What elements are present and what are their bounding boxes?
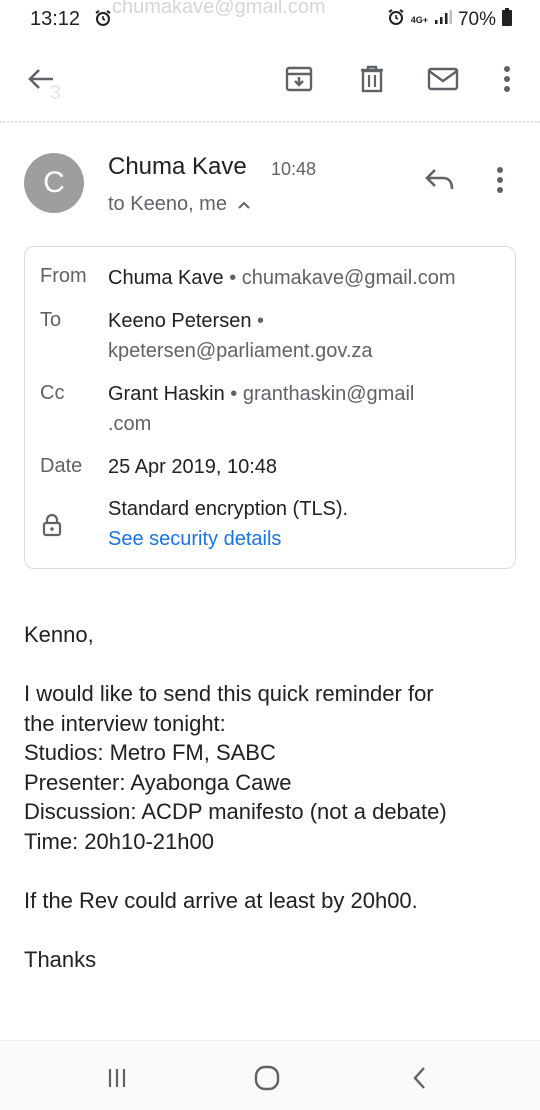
body-line: the interview tonight: — [24, 710, 226, 736]
body-line: Discussion: ACDP manifesto (not a debate… — [24, 799, 447, 824]
toolbar — [0, 40, 540, 116]
to-label: To — [40, 309, 62, 331]
encryption-info: Standard encryption (TLS). See security … — [108, 494, 348, 554]
network-type: 4G+ — [410, 14, 428, 25]
body-line — [24, 650, 524, 680]
chevron-left-icon — [413, 1067, 425, 1089]
body-line — [24, 856, 524, 886]
encryption-text: Standard encryption (TLS). — [108, 498, 349, 520]
message-more-button[interactable] — [496, 167, 504, 198]
separator: • — [257, 310, 265, 332]
ghost-email-text: chumakave@gmail.com — [112, 0, 326, 18]
recent-apps-button[interactable] — [100, 1061, 134, 1095]
from-email: chumakave@gmail.com — [241, 267, 456, 289]
body-line: Studios: Metro FM, SABC — [24, 740, 276, 765]
from-name: Chuma Kave — [108, 267, 224, 289]
from-value: Chuma Kave • chumakave@gmail.com — [108, 263, 455, 293]
to-email: kpetersen@parliament.gov.za — [108, 340, 373, 362]
security-details-link[interactable]: See security details — [108, 528, 281, 550]
date-value: 25 Apr 2019, 10:48 — [108, 456, 278, 478]
separator: • — [229, 267, 237, 289]
status-bar: chumakave@gmail.com 13:12 4G+ 70% — [0, 0, 540, 38]
lock-icon — [42, 513, 62, 542]
chevron-up-icon — [238, 201, 250, 209]
body-line: Presenter: Ayabonga Cawe — [24, 769, 292, 795]
home-button[interactable] — [250, 1061, 284, 1095]
more-vert-icon — [504, 66, 510, 92]
system-nav-bar — [0, 1040, 540, 1110]
cc-email: granthaskin@gmail — [242, 383, 415, 405]
avatar[interactable]: C — [24, 153, 84, 213]
body-line: I would like to send this quick reminder… — [24, 681, 434, 706]
body-line: Kenno, — [24, 622, 94, 647]
body-line — [24, 915, 524, 945]
divider — [0, 121, 540, 123]
to-name: Keeno Petersen — [108, 310, 252, 332]
from-label: From — [40, 265, 87, 287]
signal-icon — [434, 9, 452, 31]
delete-button[interactable] — [355, 62, 389, 96]
battery-icon — [502, 8, 512, 32]
sender-name: Chuma Kave — [108, 153, 247, 180]
recipients-toggle[interactable]: to Keeno, me — [108, 193, 251, 216]
message-time: 10:48 — [271, 159, 317, 179]
home-icon — [254, 1065, 280, 1091]
archive-button[interactable] — [282, 62, 316, 96]
message-details-card: From Chuma Kave • chumakave@gmail.com To… — [24, 246, 516, 569]
separator: • — [230, 383, 238, 405]
cc-email-continued: .com — [108, 413, 152, 435]
alarm-icon-right — [387, 8, 405, 32]
cc-value: Grant Haskin • granthaskin@gmail .com — [108, 379, 414, 439]
back-nav-button[interactable] — [402, 1061, 436, 1095]
more-vert-icon — [497, 167, 503, 193]
recent-apps-icon — [108, 1069, 126, 1087]
cc-label: Cc — [40, 382, 65, 404]
body-line: If the Rev could arrive at least by 20h0… — [24, 887, 418, 913]
reply-button[interactable] — [424, 167, 456, 196]
ghost-count: 3 — [50, 82, 62, 104]
body-line: Thanks — [24, 946, 97, 972]
status-time: 13:12 — [30, 8, 81, 30]
recipients-text: to Keeno, me — [108, 193, 227, 215]
mail-icon — [427, 67, 459, 91]
message-body: Kenno, I would like to send this quick r… — [24, 620, 524, 974]
date-label: Date — [40, 455, 83, 477]
archive-icon — [285, 66, 313, 92]
alarm-icon — [94, 9, 112, 32]
body-line: Time: 20h10-21h00 — [24, 828, 214, 854]
reply-icon — [425, 169, 454, 190]
cc-name: Grant Haskin — [108, 383, 225, 405]
battery-percent: 70% — [457, 9, 496, 30]
to-value: Keeno Petersen • kpetersen@parliament.go… — [108, 306, 373, 366]
trash-icon — [361, 65, 383, 93]
mark-unread-button[interactable] — [426, 62, 460, 96]
more-options-button[interactable] — [490, 62, 524, 96]
